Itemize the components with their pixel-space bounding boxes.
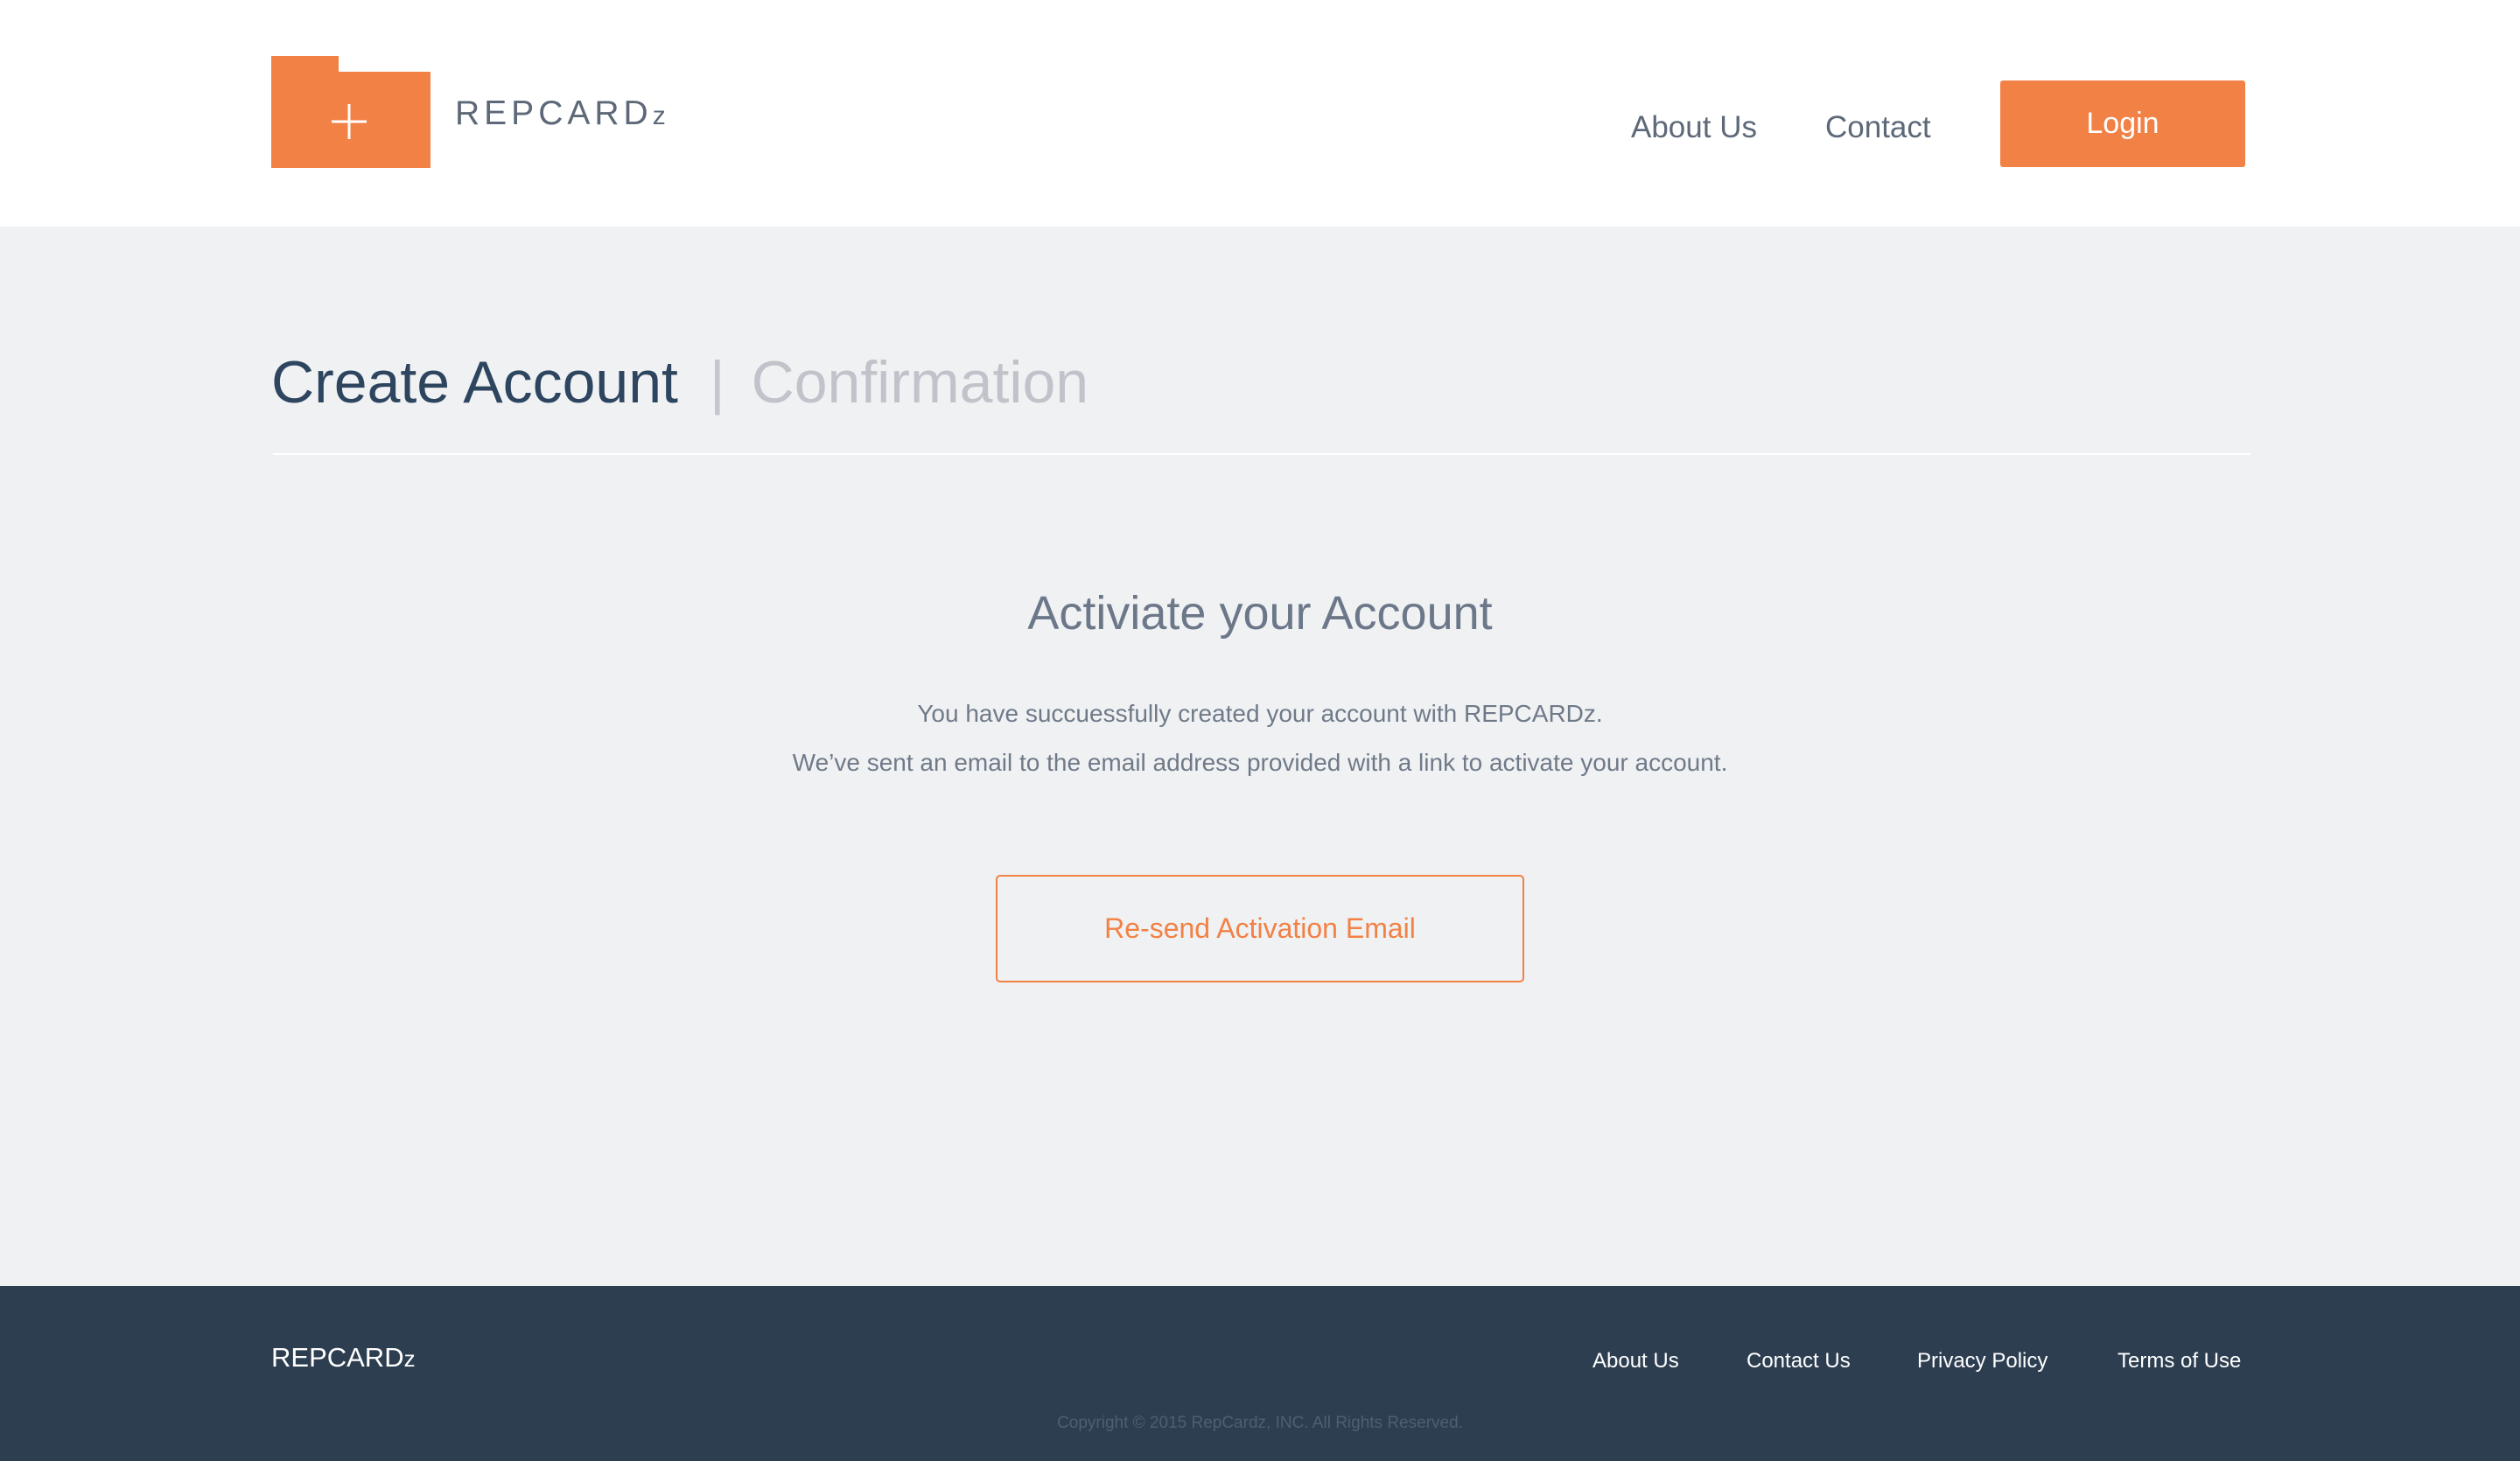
brand-logo-text[interactable]: REPCARDz — [455, 94, 668, 133]
step-create-account: Create Account — [271, 349, 678, 416]
footer-link-privacy-policy[interactable]: Privacy Policy — [1917, 1349, 2048, 1374]
copyright-text: Copyright © 2015 RepCardz, INC. All Righ… — [1057, 1414, 1463, 1432]
success-message: You have succuessfully created your acco… — [917, 700, 1603, 727]
folder-plus-logo-icon[interactable] — [271, 56, 430, 168]
section-divider — [273, 453, 2250, 455]
footer-link-contact-us[interactable]: Contact Us — [1746, 1349, 1851, 1374]
footer-brand[interactable]: REPCARDz — [271, 1342, 416, 1374]
nav-about-us[interactable]: About Us — [1631, 110, 1757, 145]
step-indicator: Create Account | Confirmation — [271, 348, 1088, 416]
login-button[interactable]: Login — [2000, 80, 2245, 167]
step-separator: | — [709, 349, 725, 416]
footer-link-terms-of-use[interactable]: Terms of Use — [2118, 1349, 2241, 1374]
site-header: REPCARDz About Us Contact Login — [0, 0, 2520, 227]
resend-activation-button[interactable]: Re-send Activation Email — [996, 875, 1524, 982]
step-confirmation: Confirmation — [751, 349, 1089, 416]
site-footer: REPCARDz About Us Contact Us Privacy Pol… — [0, 1286, 2520, 1461]
nav-contact[interactable]: Contact — [1825, 110, 1931, 145]
activation-title: Activiate your Account — [1027, 587, 1493, 640]
email-sent-message: We’ve sent an email to the email address… — [792, 749, 1728, 776]
footer-link-about-us[interactable]: About Us — [1592, 1349, 1679, 1374]
